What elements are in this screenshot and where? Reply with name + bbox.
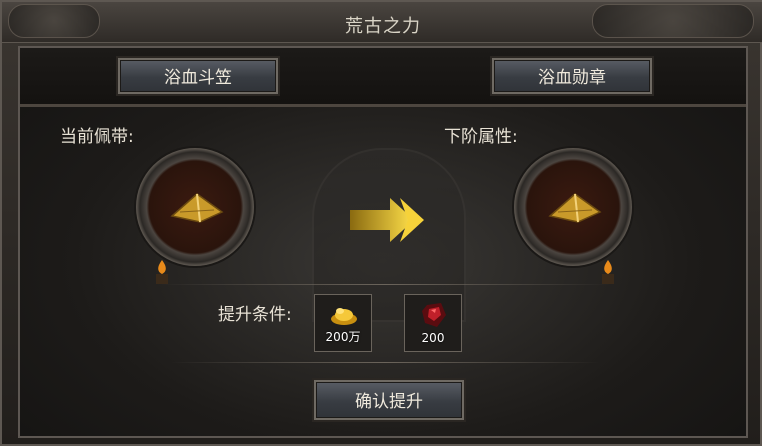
bamboo-hat-icon (548, 193, 602, 223)
upgrade-arrow-icon (350, 198, 424, 242)
torch-icon (596, 258, 620, 286)
current-equipped-label: 当前佩带: (60, 127, 134, 147)
current-item-slot[interactable] (136, 148, 254, 266)
requirement-gem-count: 200 (421, 331, 445, 345)
bamboo-hat-icon (170, 193, 224, 223)
requirements-label: 提升条件: (218, 305, 292, 325)
dialog-frame: 荒古之力 浴血斗笠 浴血勋章 当前佩带: 下阶属性: 提升条件: 200万 20… (0, 0, 762, 446)
gold-ingot-icon (331, 308, 357, 325)
tab-strip: 浴血斗笠 浴血勋章 (20, 48, 746, 107)
confirm-upgrade-button[interactable]: 确认提升 (312, 378, 466, 422)
divider (170, 362, 600, 363)
next-tier-label: 下阶属性: (444, 127, 518, 147)
next-item-slot[interactable] (514, 148, 632, 266)
tab-bloody-medal[interactable]: 浴血勋章 (490, 56, 654, 96)
upgrade-panel: 浴血斗笠 浴血勋章 当前佩带: 下阶属性: 提升条件: 200万 200 确认提… (18, 46, 748, 438)
divider (160, 284, 610, 285)
red-gem-icon (422, 303, 446, 327)
tab-bloody-hat[interactable]: 浴血斗笠 (116, 56, 280, 96)
requirement-gold-slot[interactable]: 200万 (314, 294, 372, 352)
requirement-gold-count: 200万 (325, 330, 361, 344)
window-title: 荒古之力 (345, 16, 421, 37)
requirement-gem-slot[interactable]: 200 (404, 294, 462, 352)
torch-icon (150, 258, 174, 286)
title-bar[interactable]: 荒古之力 (2, 2, 762, 43)
